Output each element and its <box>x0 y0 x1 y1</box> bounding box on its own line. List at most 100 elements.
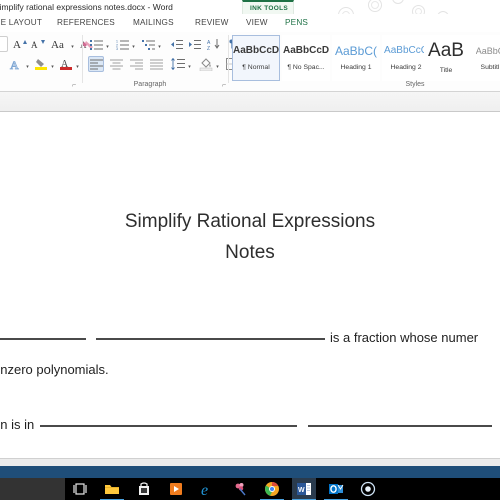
multilevel-caret-icon[interactable]: ▾ <box>156 36 163 52</box>
decrease-indent-icon <box>170 39 183 49</box>
tab-references[interactable]: REFERENCES <box>57 14 115 32</box>
highlighter-icon <box>35 59 47 70</box>
style-preview: AaB <box>428 41 464 61</box>
ie-e-glyph: e <box>201 482 208 499</box>
chrome-glyph <box>265 482 279 496</box>
increase-indent-icon <box>188 39 201 49</box>
numbering-caret-icon[interactable]: ▾ <box>130 36 137 52</box>
style-label: Title <box>439 67 453 74</box>
style-heading-1[interactable]: AaBbC( Heading 1 <box>332 35 380 81</box>
text-effects-button[interactable]: A <box>8 56 24 72</box>
paint-bucket-icon <box>199 57 213 71</box>
outlook-icon[interactable] <box>324 481 348 500</box>
svg-text:W: W <box>298 487 305 494</box>
outlook-glyph <box>329 484 344 494</box>
change-case-caret-icon[interactable]: ▾ <box>69 36 76 52</box>
sort-button[interactable]: A Z <box>206 36 222 52</box>
numbering-button[interactable]: 1 2 3 <box>114 36 130 52</box>
desktop-background-bar <box>0 466 500 478</box>
justify-button[interactable] <box>148 56 164 72</box>
style-normal[interactable]: AaBbCcDc ¶ Normal <box>232 35 280 81</box>
sort-icon: A Z <box>207 39 220 50</box>
file-explorer-icon[interactable] <box>100 481 124 500</box>
word-icon[interactable]: W <box>292 481 316 500</box>
style-label: ¶ Normal <box>242 64 270 71</box>
bullets-caret-icon[interactable]: ▾ <box>104 36 111 52</box>
document-title-line-2: Notes <box>225 242 275 263</box>
word-application-window: Simplify rational expressions notes.docx… <box>0 0 500 500</box>
multilevel-list-icon <box>141 39 155 50</box>
grow-font-button[interactable]: A <box>12 36 28 52</box>
align-center-button[interactable] <box>108 56 124 72</box>
paint-flower-glyph <box>235 483 246 496</box>
paint-icon[interactable] <box>232 481 248 497</box>
shading-caret-icon[interactable]: ▾ <box>214 56 221 72</box>
word-document-glyph: W <box>297 483 311 495</box>
tab-pens[interactable]: PENS <box>285 14 308 32</box>
ink-tools-label: INK TOOLS <box>250 5 288 12</box>
microsoft-store-icon[interactable] <box>136 481 152 497</box>
record-icon[interactable] <box>360 481 376 497</box>
body-line-1-text: is a fraction whose numer <box>330 330 479 345</box>
paragraph-dialog-launcher[interactable]: ⌐ <box>220 82 228 90</box>
window-title: Simplify rational expressions notes.docx… <box>0 2 173 12</box>
style-subtitle[interactable]: AaBbC Subtitl <box>468 35 500 81</box>
internet-explorer-icon[interactable]: e <box>200 481 216 499</box>
grow-font-icon: A <box>13 39 27 50</box>
font-color-icon: A <box>60 59 72 70</box>
text-effects-caret-icon[interactable]: ▾ <box>24 56 31 72</box>
media-player-icon[interactable] <box>168 481 184 497</box>
style-no-spacing[interactable]: AaBbCcDc ¶ No Spac... <box>282 35 330 81</box>
style-heading-2[interactable]: AaBbCcC Heading 2 <box>382 35 430 81</box>
text-highlight-color-button[interactable] <box>33 56 49 72</box>
align-left-button[interactable] <box>88 56 104 72</box>
style-preview: AaBbC <box>475 46 500 56</box>
font-color-button[interactable]: A <box>58 56 74 72</box>
shading-button[interactable] <box>198 56 214 72</box>
status-bar <box>0 458 500 466</box>
style-preview: AaBbCcDc <box>233 45 279 56</box>
decrease-indent-button[interactable] <box>168 36 184 52</box>
svg-text:A: A <box>13 39 21 50</box>
font-dialog-launcher[interactable]: ⌐ <box>70 82 78 90</box>
google-chrome-icon[interactable] <box>260 481 284 500</box>
fill-in-blank <box>308 417 493 427</box>
bullets-button[interactable] <box>88 36 104 52</box>
increase-indent-button[interactable] <box>186 36 202 52</box>
body-line-1: is a fraction whose numer <box>0 329 478 347</box>
align-right-button[interactable] <box>128 56 144 72</box>
taskbar-start-region[interactable] <box>0 478 65 500</box>
line-spacing-button[interactable] <box>170 56 186 72</box>
svg-text:A: A <box>10 58 19 71</box>
tab-review[interactable]: REVIEW <box>195 14 229 32</box>
body-line-3-text: on is in <box>0 417 35 432</box>
justify-icon <box>149 59 163 69</box>
tab-view[interactable]: VIEW <box>246 14 268 32</box>
decorative-circle-icon <box>371 1 379 9</box>
highlight-caret-icon[interactable]: ▾ <box>49 56 56 72</box>
document-page[interactable]: Simplify Rational Expressions Notes is a… <box>0 113 500 458</box>
shrink-font-button[interactable]: A <box>30 36 46 52</box>
tab-page-layout[interactable]: GE LAYOUT <box>0 14 42 32</box>
svg-text:3: 3 <box>116 47 118 50</box>
shrink-font-icon: A <box>31 40 45 50</box>
task-view-icon[interactable] <box>72 481 88 497</box>
style-preview: AaBbCcC <box>384 45 428 56</box>
line-spacing-icon <box>171 58 185 70</box>
style-title[interactable]: AaB Title <box>424 35 468 81</box>
fill-in-blank <box>0 330 86 340</box>
font-color-caret-icon[interactable]: ▾ <box>74 56 81 72</box>
style-label: Heading 1 <box>340 64 372 71</box>
group-separator <box>228 35 229 83</box>
align-left-icon <box>89 59 103 69</box>
media-play-glyph <box>170 483 182 495</box>
line-spacing-caret-icon[interactable]: ▾ <box>186 56 193 72</box>
change-case-button[interactable]: Aa <box>50 36 70 52</box>
horizontal-ruler[interactable] <box>0 92 500 112</box>
multilevel-list-button[interactable] <box>140 36 156 52</box>
font-size-box[interactable] <box>0 36 8 52</box>
align-center-icon <box>109 59 123 69</box>
tab-mailings[interactable]: MAILINGS <box>133 14 174 32</box>
change-case-icon: Aa <box>51 39 64 50</box>
folder-glyph <box>105 485 119 494</box>
